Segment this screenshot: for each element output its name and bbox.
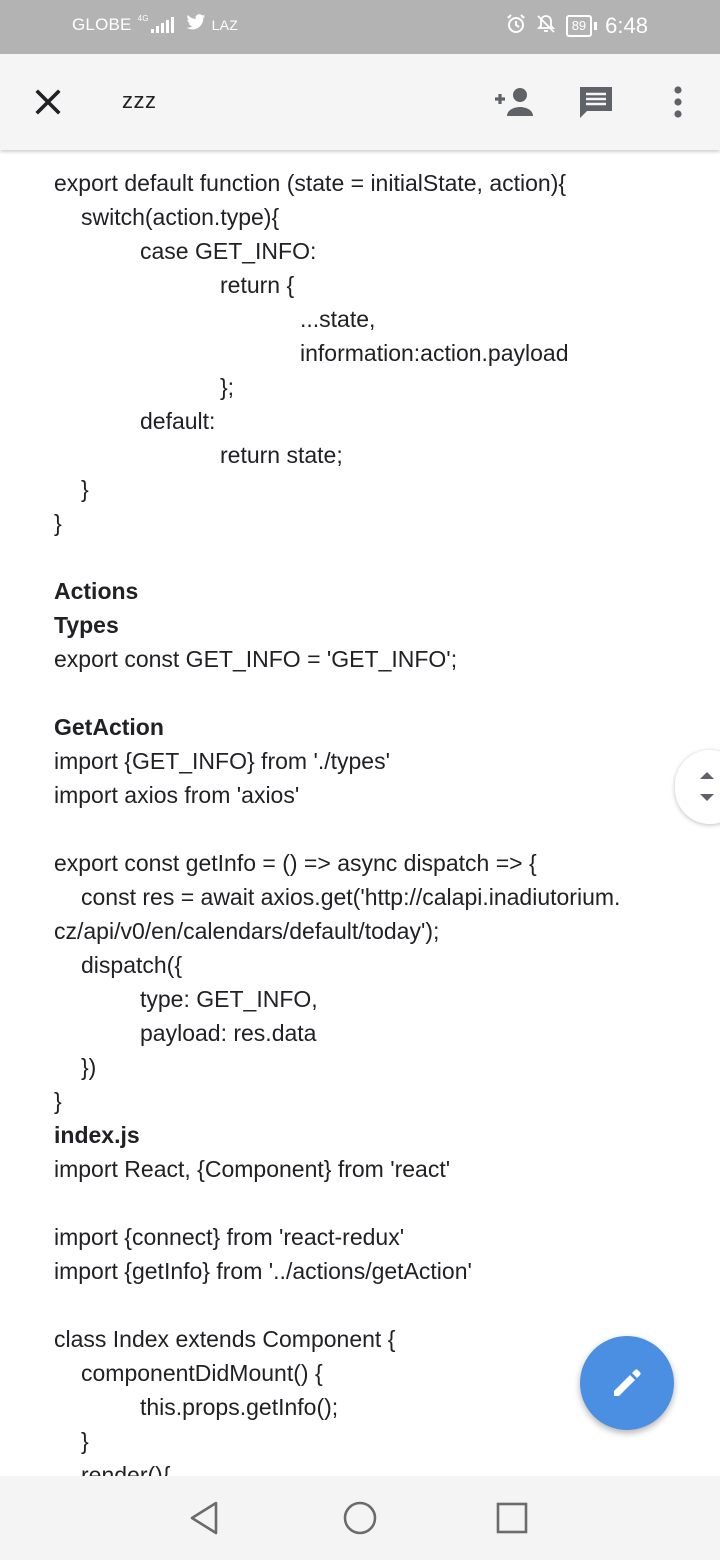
section-heading: index.js — [54, 1122, 140, 1148]
text-line: import {connect} from 'react-redux' — [54, 1224, 405, 1250]
text-line: } — [54, 1088, 62, 1114]
more-vert-icon — [674, 86, 682, 118]
nav-home-icon — [343, 1501, 377, 1535]
back-button[interactable] — [182, 1496, 226, 1540]
text-line — [54, 676, 694, 710]
status-right: 89 6:48 — [506, 13, 648, 39]
close-icon — [35, 89, 61, 115]
nav-back-icon — [190, 1501, 218, 1535]
status-bar: GLOBE 4G LAZ 89 6:48 — [0, 0, 720, 54]
text-line: switch(action.type){ — [81, 204, 280, 230]
recents-button[interactable] — [490, 1496, 534, 1540]
app-bar: zzz — [0, 54, 720, 150]
alarm-icon — [506, 13, 526, 39]
text-line: const res = await axios.get('http://cala… — [81, 884, 621, 910]
scroll-handle-icon — [700, 772, 714, 801]
text-line: case GET_INFO: — [140, 238, 317, 264]
comments-button[interactable] — [574, 80, 618, 124]
close-button[interactable] — [28, 82, 68, 122]
status-left: GLOBE 4G LAZ — [72, 14, 238, 36]
text-line: import React, {Component} from 'react' — [54, 1156, 451, 1182]
text-line: dispatch({ — [81, 952, 183, 978]
text-line: import {GET_INFO} from './types' — [54, 748, 390, 774]
text-line: } — [54, 510, 62, 536]
text-line: return state; — [220, 442, 343, 468]
text-line: }) — [81, 1054, 97, 1080]
text-line — [54, 812, 694, 846]
laz-app-label: LAZ — [211, 17, 238, 33]
signal-icon — [150, 17, 176, 33]
text-line: ...state, — [300, 306, 376, 332]
fast-scroll-handle[interactable] — [675, 750, 720, 824]
text-line: payload: res.data — [140, 1020, 317, 1046]
text-line: information:action.payload — [300, 340, 569, 366]
home-button[interactable] — [338, 1496, 382, 1540]
battery-tip — [594, 22, 598, 30]
text-line: return { — [220, 272, 295, 298]
text-line — [54, 1288, 694, 1322]
add-collaborator-button[interactable] — [492, 80, 536, 124]
comment-icon — [580, 87, 612, 118]
text-line: } — [81, 476, 89, 502]
more-options-button[interactable] — [656, 80, 700, 124]
text-line: export const GET_INFO = 'GET_INFO'; — [54, 646, 458, 672]
section-heading: GetAction — [54, 714, 164, 740]
network-type: 4G — [137, 13, 149, 23]
document-body[interactable]: export default function (state = initial… — [54, 166, 694, 1492]
text-line: } — [81, 1428, 89, 1454]
battery-icon: 89 — [565, 15, 593, 37]
nav-recents-icon — [496, 1502, 528, 1534]
clock: 6:48 — [605, 13, 648, 38]
document-title: zzz — [122, 88, 157, 113]
text-line: import axios from 'axios' — [54, 782, 300, 808]
edit-button[interactable] — [580, 1336, 674, 1430]
pencil-icon — [614, 1369, 641, 1396]
text-line — [54, 1186, 694, 1220]
text-line: import {getInfo} from '../actions/getAct… — [54, 1258, 472, 1284]
text-line: }; — [220, 374, 235, 400]
section-heading: Actions — [54, 578, 139, 604]
text-line: type: GET_INFO, — [140, 986, 318, 1012]
text-line: export const getInfo = () => async dispa… — [54, 850, 537, 876]
text-line: default: — [140, 408, 216, 434]
text-line: cz/api/v0/en/calendars/default/today'); — [54, 918, 440, 944]
section-heading: Types — [54, 612, 119, 638]
text-line — [54, 540, 694, 574]
twitter-icon — [186, 14, 206, 36]
carrier-name: GLOBE — [72, 15, 132, 34]
system-navigation-bar — [0, 1476, 720, 1560]
add-person-icon — [495, 88, 533, 116]
notifications-off-icon — [536, 14, 556, 39]
text-line: export default function (state = initial… — [54, 170, 567, 196]
